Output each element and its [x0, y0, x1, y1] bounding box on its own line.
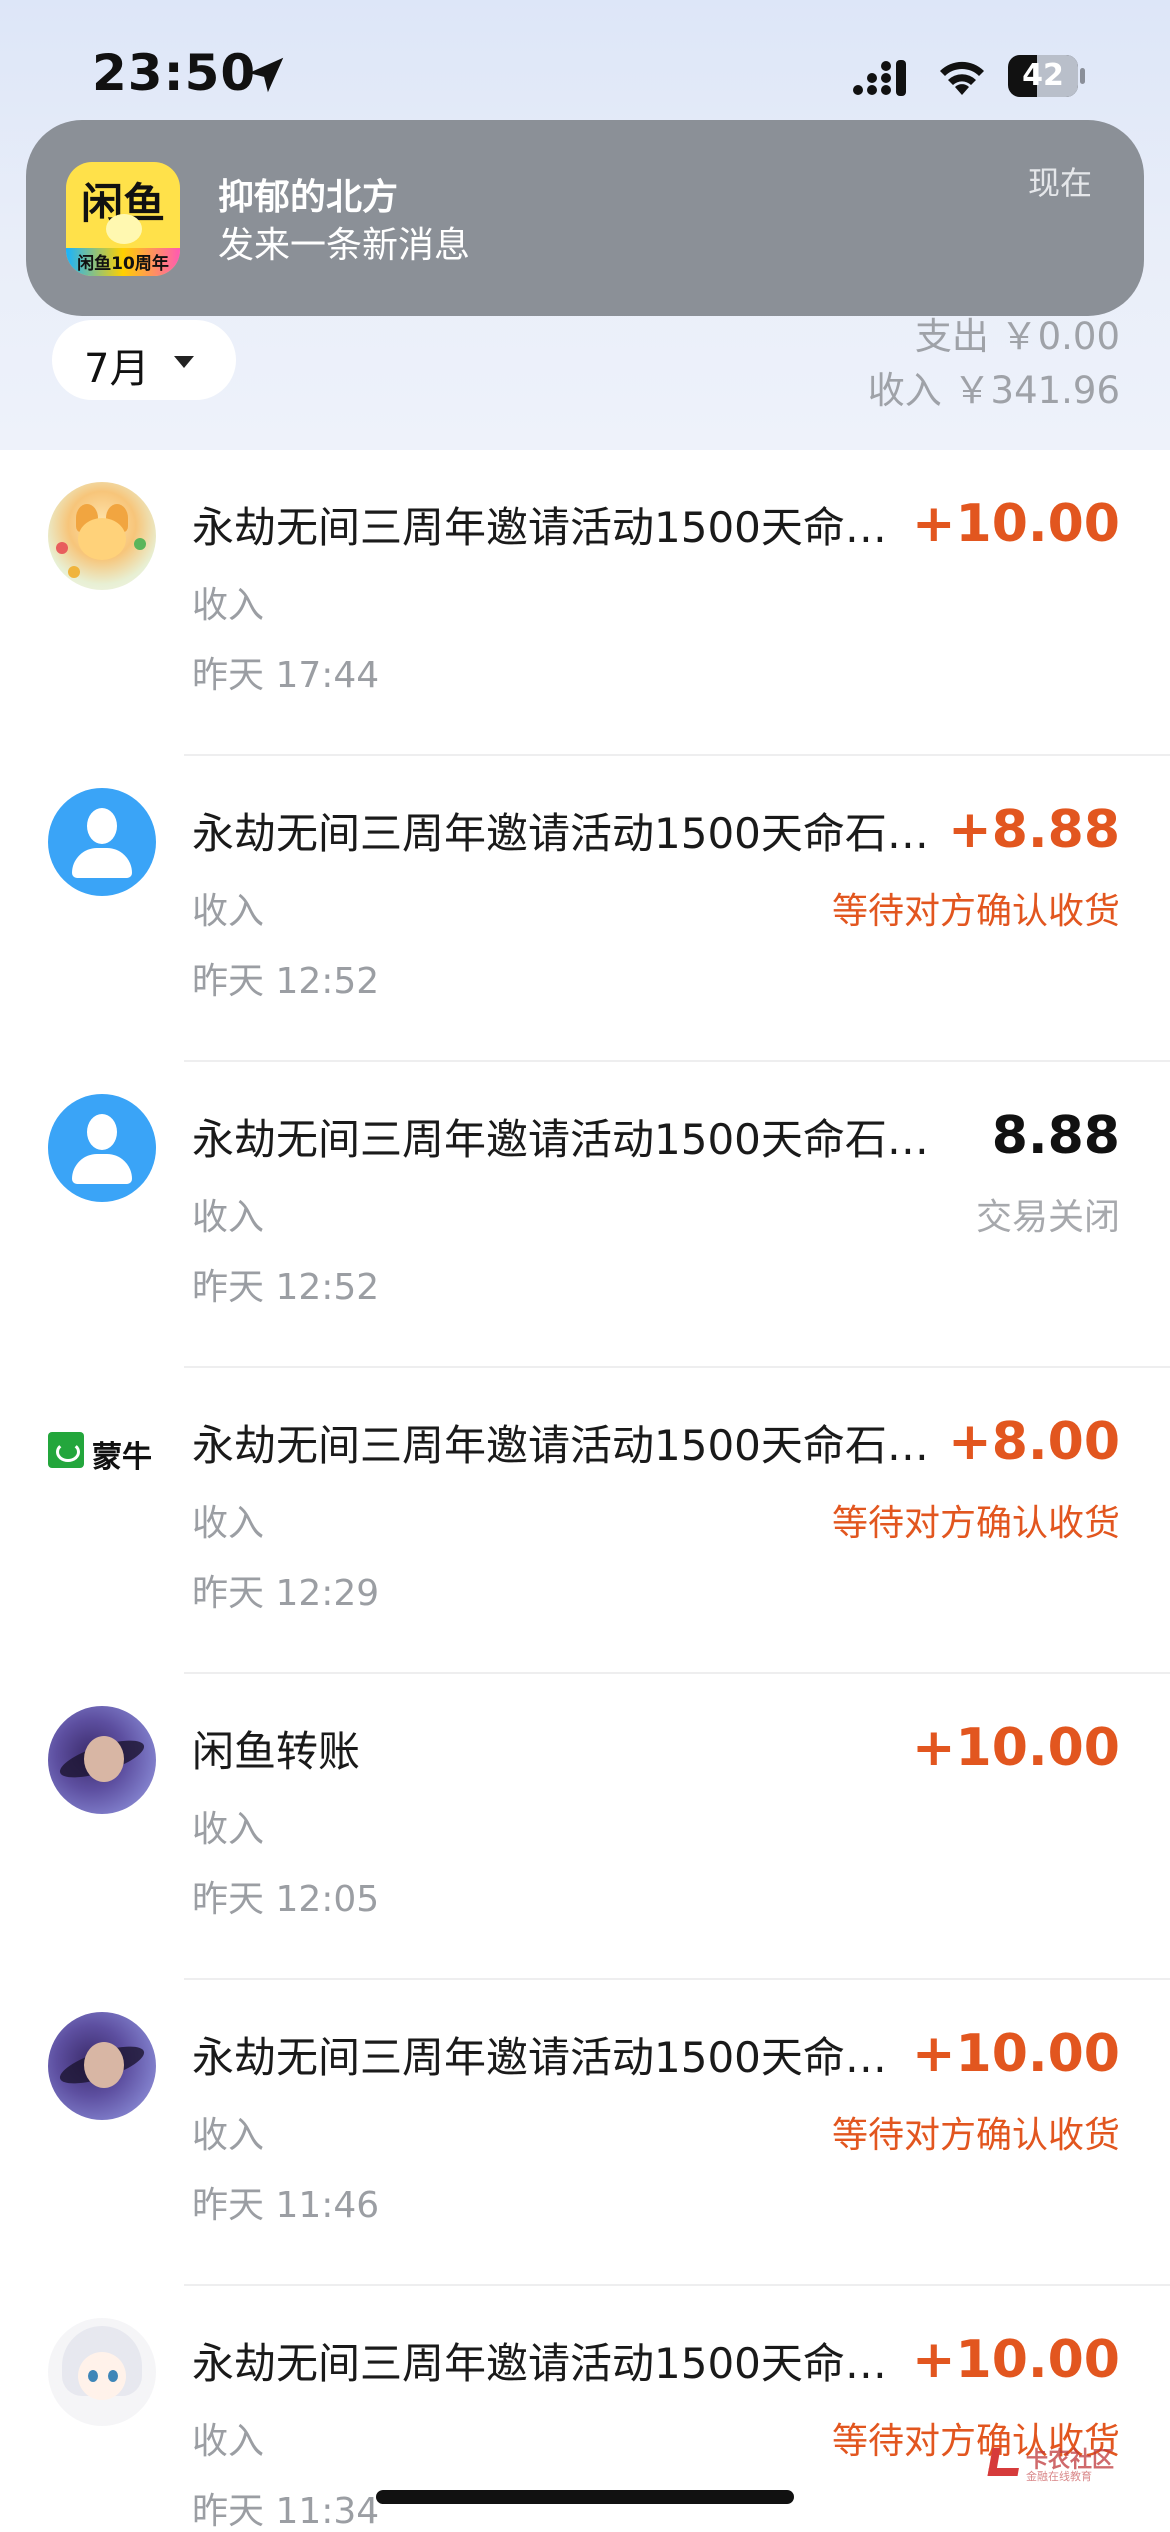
- mengniu-brand-logo: 蒙牛: [48, 1428, 158, 1474]
- anime-girl-avatar: [48, 2318, 156, 2426]
- watermark-subtext: 金融在线教育: [1026, 2470, 1092, 2483]
- caret-down-icon: [174, 356, 194, 368]
- transaction-type: 收入: [192, 891, 265, 932]
- transaction-row[interactable]: 永劫无间三周年邀请活动1500天命… +10.00 收入 昨天 17:44: [0, 450, 1170, 756]
- mascot-face: [106, 214, 142, 244]
- battery-cap: [1080, 68, 1085, 84]
- avatar-face: [78, 518, 126, 560]
- transaction-row[interactable]: 蒙牛 永劫无间三周年邀请活动1500天命石… +8.00 等待对方确认收货 收入…: [0, 1368, 1170, 1674]
- transaction-amount: 8.88: [991, 1106, 1120, 1166]
- transaction-type: 收入: [192, 2421, 265, 2462]
- transaction-title: 永劫无间三周年邀请活动1500天命石…: [192, 1115, 929, 1164]
- transaction-type: 收入: [192, 585, 265, 626]
- avatar-head: [87, 808, 117, 844]
- transaction-type: 收入: [192, 1503, 265, 1544]
- avatar-shoulders: [72, 1154, 132, 1184]
- photo-avatar: [48, 1706, 156, 1814]
- notification-title: 抑郁的北方: [218, 177, 399, 218]
- default-user-avatar: [48, 1094, 156, 1202]
- notification-time: 现在: [1027, 164, 1092, 202]
- transaction-title: 永劫无间三周年邀请活动1500天命石…: [192, 809, 929, 858]
- avatar-decoration: [56, 542, 68, 554]
- month-label: 7月: [84, 346, 150, 392]
- income-summary: 收入 ￥341.96: [867, 369, 1120, 412]
- transaction-status: 交易关闭: [975, 1197, 1120, 1238]
- transaction-time: 昨天 12:52: [192, 1267, 380, 1308]
- location-arrow-icon: [248, 57, 284, 93]
- watermark-icon: [987, 2448, 1023, 2476]
- wifi-icon: [940, 61, 984, 95]
- notification-body: 发来一条新消息: [218, 225, 471, 266]
- transaction-amount: +10.00: [911, 2024, 1120, 2084]
- festival-cat-avatar: [48, 482, 156, 590]
- default-user-avatar: [48, 788, 156, 896]
- month-filter-button[interactable]: 7月: [52, 320, 236, 400]
- transaction-type: 收入: [192, 1809, 265, 1850]
- transaction-status: 等待对方确认收货: [831, 891, 1120, 932]
- avatar-eye: [108, 2370, 118, 2382]
- brand-logo-text: 蒙牛: [92, 1440, 152, 1474]
- avatar-eye: [88, 2370, 98, 2382]
- mengniu-logo-mark: [48, 1432, 84, 1468]
- avatar-decoration: [134, 538, 146, 550]
- transaction-row[interactable]: 闲鱼转账 +10.00 收入 昨天 12:05: [0, 1674, 1170, 1980]
- transaction-time: 昨天 12:05: [192, 1879, 380, 1920]
- transaction-amount: +8.00: [948, 1412, 1120, 1472]
- transaction-status: 等待对方确认收货: [831, 1503, 1120, 1544]
- avatar-decoration: [68, 566, 80, 578]
- transaction-time: 昨天 12:52: [192, 961, 380, 1002]
- expense-summary: 支出 ￥0.00: [914, 315, 1120, 358]
- transaction-row[interactable]: 永劫无间三周年邀请活动1500天命… +10.00 等待对方确认收货 收入 昨天…: [0, 1980, 1170, 2286]
- transaction-amount: +10.00: [911, 494, 1120, 554]
- transaction-title: 永劫无间三周年邀请活动1500天命…: [192, 503, 887, 552]
- battery-body: 42: [1008, 55, 1078, 97]
- avatar-face: [78, 2352, 126, 2400]
- battery-indicator: 42: [1008, 55, 1085, 97]
- app-icon-badge-text: 闲鱼10周年: [77, 254, 169, 274]
- transaction-time: 昨天 11:34: [192, 2491, 380, 2532]
- avatar-head: [87, 1114, 117, 1150]
- transaction-amount: +8.88: [948, 800, 1120, 860]
- transaction-title: 永劫无间三周年邀请活动1500天命石…: [192, 1421, 929, 1470]
- transaction-type: 收入: [192, 2115, 265, 2156]
- cellular-signal-icon: [853, 60, 906, 96]
- watermark-logo: 卡农社区 金融在线教育: [987, 2442, 1140, 2483]
- transaction-row[interactable]: 永劫无间三周年邀请活动1500天命石… 8.88 交易关闭 收入 昨天 12:5…: [0, 1062, 1170, 1368]
- transaction-row[interactable]: 永劫无间三周年邀请活动1500天命石… +8.88 等待对方确认收货 收入 昨天…: [0, 756, 1170, 1062]
- transaction-title: 永劫无间三周年邀请活动1500天命…: [192, 2033, 887, 2082]
- transaction-type: 收入: [192, 1197, 265, 1238]
- avatar-face: [84, 2042, 124, 2088]
- transaction-time: 昨天 17:44: [192, 655, 380, 696]
- status-time: 23:50: [92, 44, 257, 102]
- xianyu-app-icon: 闲鱼 闲鱼10周年: [66, 162, 180, 276]
- notification-banner[interactable]: 闲鱼 闲鱼10周年 抑郁的北方 发来一条新消息 现在: [26, 120, 1144, 316]
- transaction-amount: +10.00: [911, 2330, 1120, 2390]
- home-indicator[interactable]: [376, 2490, 794, 2504]
- transaction-time: 昨天 11:46: [192, 2185, 380, 2226]
- transaction-title: 闲鱼转账: [192, 1727, 361, 1776]
- transaction-amount: +10.00: [911, 1718, 1120, 1778]
- transaction-status: 等待对方确认收货: [831, 2115, 1120, 2156]
- avatar-face: [84, 1736, 124, 1782]
- transaction-time: 昨天 12:29: [192, 1573, 380, 1614]
- battery-percent: 42: [1022, 58, 1064, 93]
- transaction-title: 永劫无间三周年邀请活动1500天命…: [192, 2339, 887, 2388]
- avatar-shoulders: [72, 848, 132, 878]
- photo-avatar: [48, 2012, 156, 2120]
